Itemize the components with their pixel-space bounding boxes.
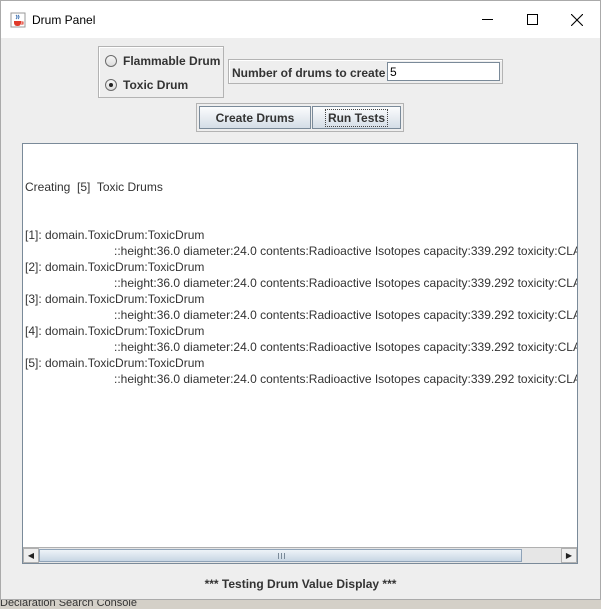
background-tab-labels: Declaration Search Console	[0, 600, 137, 609]
flammable-drum-radio[interactable]: Flammable Drum	[105, 54, 220, 68]
output-line: [2]: domain.ToxicDrum:ToxicDrum	[25, 260, 205, 274]
arrow-right-icon: ▶	[565, 551, 573, 560]
output-line: ::height:36.0 diameter:24.0 contents:Rad…	[114, 276, 577, 290]
run-tests-label: Run Tests	[324, 108, 389, 127]
window-title: Drum Panel	[32, 13, 96, 27]
java-cup-icon	[10, 12, 26, 28]
scrollbar-thumb[interactable]	[39, 549, 522, 562]
radio-label: Flammable Drum	[123, 54, 221, 68]
close-icon	[571, 13, 583, 26]
scroll-right-button[interactable]: ▶	[561, 548, 577, 563]
background-ide-tabs: Declaration Search Console	[0, 600, 601, 609]
output-line: [3]: domain.ToxicDrum:ToxicDrum	[25, 292, 205, 306]
output-line: ::height:36.0 diameter:24.0 contents:Rad…	[114, 340, 577, 354]
output-line: ::height:36.0 diameter:24.0 contents:Rad…	[114, 308, 577, 322]
drum-type-radio-group: Flammable Drum Toxic Drum	[98, 46, 224, 98]
radio-label: Toxic Drum	[123, 78, 189, 92]
output-line: [5]: domain.ToxicDrum:ToxicDrum	[25, 356, 205, 370]
title-bar[interactable]: Drum Panel	[1, 1, 600, 38]
drum-count-panel: Number of drums to create	[228, 59, 503, 84]
grip-icon	[278, 553, 285, 559]
output-line: ::height:36.0 diameter:24.0 contents:Rad…	[114, 372, 577, 386]
output-line: Creating [5] Toxic Drums	[25, 180, 163, 194]
minimize-button[interactable]	[464, 1, 510, 38]
create-drums-button[interactable]: Create Drums	[199, 106, 311, 129]
arrow-left-icon: ◀	[27, 551, 35, 560]
output-line: [1]: domain.ToxicDrum:ToxicDrum	[25, 228, 205, 242]
drum-panel-window: Drum Panel Flammable Drum Toxic Drum Num…	[0, 0, 601, 600]
output-content: Creating [5] Toxic Drums [1]: domain.Tox…	[25, 144, 577, 546]
drum-count-input[interactable]	[387, 62, 500, 81]
create-drums-label: Create Drums	[215, 110, 295, 125]
run-tests-button[interactable]: Run Tests	[312, 106, 401, 129]
maximize-icon	[526, 14, 538, 25]
minimize-icon	[481, 19, 493, 20]
toxic-drum-radio[interactable]: Toxic Drum	[105, 78, 188, 92]
output-line: ::height:36.0 diameter:24.0 contents:Rad…	[114, 244, 577, 258]
radio-checked-icon	[105, 79, 117, 91]
horizontal-scrollbar[interactable]: ◀ ▶	[23, 547, 577, 563]
status-label: *** Testing Drum Value Display ***	[204, 577, 397, 591]
close-button[interactable]	[554, 1, 600, 38]
radio-unchecked-icon	[105, 55, 117, 67]
output-text-area[interactable]: Creating [5] Toxic Drums [1]: domain.Tox…	[22, 143, 578, 564]
scroll-left-button[interactable]: ◀	[23, 548, 39, 563]
action-buttons-panel: Create Drums Run Tests	[196, 103, 404, 132]
maximize-button[interactable]	[509, 1, 555, 38]
output-line: [4]: domain.ToxicDrum:ToxicDrum	[25, 324, 205, 338]
drum-count-label: Number of drums to create	[232, 66, 386, 80]
